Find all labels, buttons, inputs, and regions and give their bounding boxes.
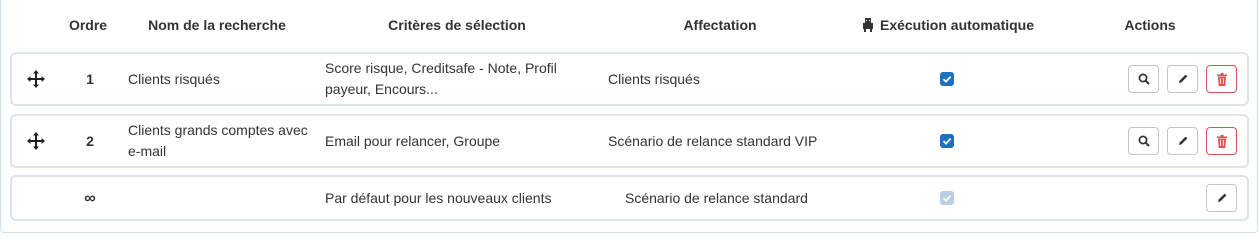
row-assignment: Scénario de relance standard	[625, 189, 808, 206]
header-nom: Nom de la recherche	[148, 17, 286, 33]
search-button[interactable]	[1128, 65, 1159, 93]
row-criteria: Par défaut pour les nouveaux clients	[325, 189, 552, 206]
row-order: 2	[86, 132, 94, 149]
row-order: 1	[86, 70, 94, 87]
row-criteria: Score risque, Creditsafe - Note, Profil …	[325, 60, 557, 97]
row-criteria: Email pour relancer, Groupe	[325, 132, 501, 149]
header-execution-label: Exécution automatique	[879, 17, 1035, 33]
table-header: Ordre Nom de la recherche Critères de sé…	[0, 0, 1260, 52]
edit-button[interactable]	[1167, 127, 1198, 155]
edit-button[interactable]	[1167, 65, 1198, 93]
header-ordre: Ordre	[68, 17, 108, 33]
header-affectation: Affectation	[683, 17, 757, 33]
row-name: Clients risqués	[128, 70, 220, 87]
row-name: Clients grands comptes avec e-mail	[128, 122, 308, 159]
pencil-icon	[1217, 193, 1226, 202]
search-icon	[1138, 73, 1150, 85]
delete-button[interactable]	[1206, 127, 1237, 155]
search-icon	[1138, 135, 1150, 147]
drag-handle[interactable]	[26, 116, 46, 166]
move-arrows-icon	[27, 70, 45, 88]
check-icon	[942, 75, 952, 83]
table-row: 1 Clients risqués Score risque, Creditsa…	[10, 52, 1249, 106]
header-actions: Actions	[1124, 17, 1176, 33]
check-icon	[942, 137, 952, 145]
check-icon	[942, 194, 952, 202]
trash-icon	[1216, 134, 1227, 148]
edit-button[interactable]	[1206, 184, 1237, 212]
header-execution: Exécution automatique	[862, 17, 1034, 33]
pencil-icon	[1178, 136, 1187, 145]
table-row-default: ∞ Par défaut pour les nouveaux clients S…	[10, 175, 1249, 221]
move-arrows-icon	[27, 132, 45, 150]
auto-execution-checkbox-disabled	[940, 191, 954, 205]
search-button[interactable]	[1128, 127, 1159, 155]
header-criteres: Critères de sélection	[388, 17, 526, 33]
delete-button[interactable]	[1206, 65, 1237, 93]
table-row: 2 Clients grands comptes avec e-mail Ema…	[10, 114, 1249, 168]
pencil-icon	[1178, 74, 1187, 83]
trash-icon	[1216, 72, 1227, 86]
drag-handle[interactable]	[26, 54, 46, 104]
row-order: ∞	[84, 189, 96, 207]
row-assignment: Clients risqués	[608, 70, 700, 87]
row-assignment: Scénario de relance standard VIP	[608, 132, 818, 149]
auto-execution-checkbox[interactable]	[940, 72, 954, 86]
robot-icon	[862, 18, 873, 32]
auto-execution-checkbox[interactable]	[940, 134, 954, 148]
